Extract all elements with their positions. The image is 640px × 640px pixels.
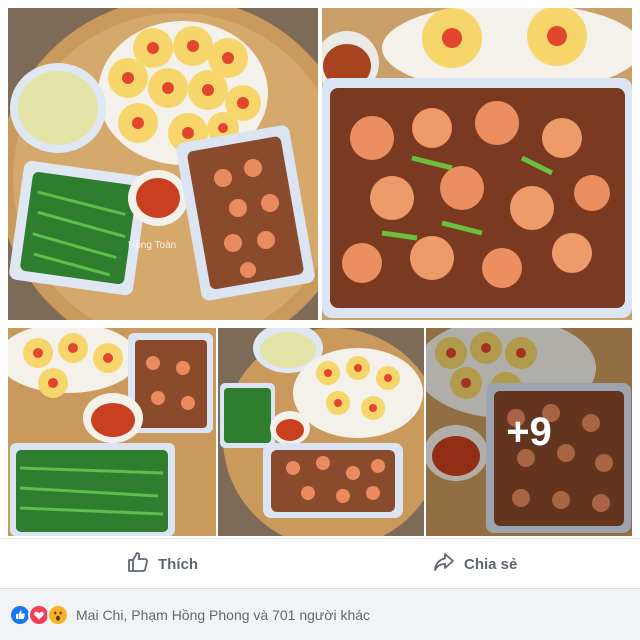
food-photo-3 — [8, 328, 216, 536]
like-button[interactable]: Thích — [126, 547, 198, 581]
photo-1[interactable]: Hồng Toàn — [8, 8, 318, 320]
share-label: Chia sẻ — [464, 555, 518, 573]
reaction-summary[interactable]: Mai Chi, Phạm Hồng Phong và 701 người kh… — [76, 607, 370, 623]
food-photo-closeup — [322, 8, 632, 320]
wow-icon — [47, 603, 69, 626]
photo-grid: Hồng Toàn +9 — [0, 0, 640, 538]
photo-watermark: Hồng Toàn — [128, 240, 177, 251]
photo-2[interactable] — [322, 8, 632, 320]
share-arrow-icon — [432, 550, 456, 578]
food-photo-overview — [8, 8, 318, 320]
action-bar: Thích Chia sẻ — [0, 538, 640, 589]
like-label: Thích — [158, 555, 198, 573]
more-photos-overlay[interactable]: +9 — [426, 328, 632, 536]
photo-4[interactable] — [218, 328, 424, 536]
food-photo-4 — [218, 328, 424, 536]
share-button[interactable]: Chia sẻ — [432, 547, 517, 581]
more-photos-count: +9 — [506, 409, 552, 454]
reaction-icons[interactable] — [9, 603, 69, 626]
reactions-bar: Mai Chi, Phạm Hồng Phong và 701 người kh… — [0, 588, 640, 640]
photo-3[interactable] — [8, 328, 216, 536]
thumbs-up-icon — [126, 550, 150, 578]
photo-5-more[interactable]: +9 — [426, 328, 632, 536]
